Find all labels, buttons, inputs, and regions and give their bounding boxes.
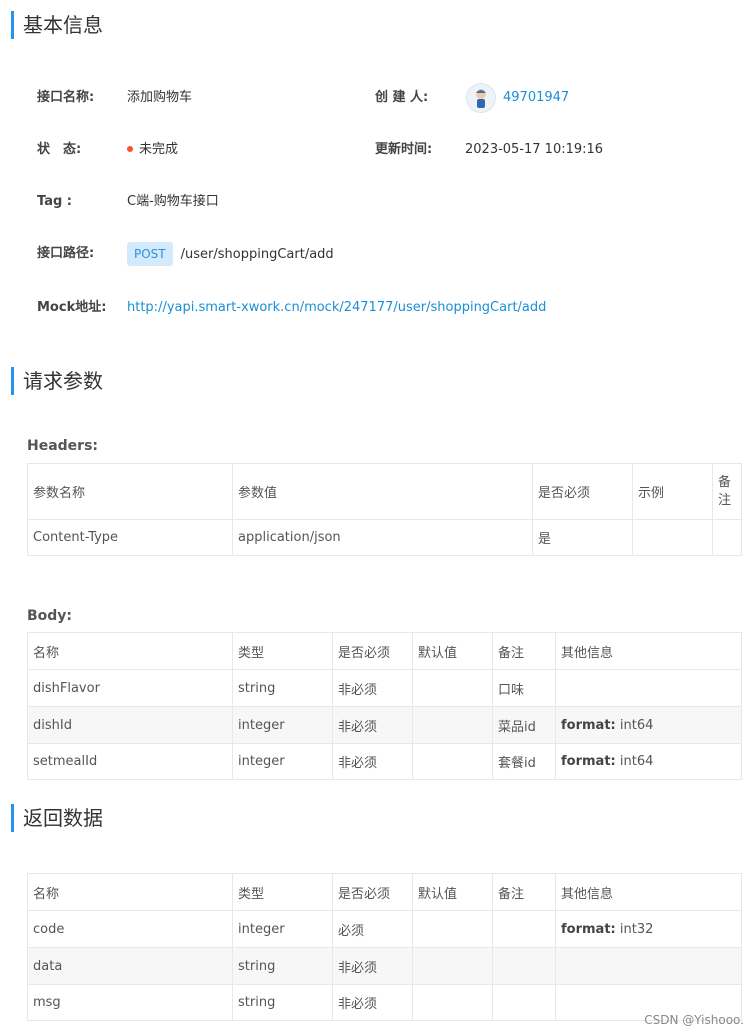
table-cell: format: int64 (555, 743, 742, 780)
table-cell (412, 706, 493, 744)
body-table: 名称 类型 是否必须 默认值 备注 其他信息 dishFlavor string… (27, 632, 742, 780)
column-header: 参数值 (232, 463, 533, 520)
column-header: 备注 (492, 873, 556, 911)
table-row: code integer 必须 format: int32 (27, 910, 742, 948)
path-value: POST/user/shoppingCart/add (127, 242, 334, 266)
status-value: 未完成 (127, 140, 178, 160)
table-cell (492, 984, 556, 1021)
column-header: 备注 (712, 463, 742, 520)
user-avatar-icon (476, 89, 486, 108)
table-cell: format: int32 (555, 910, 742, 948)
creator-label: 创 建 人: (375, 90, 429, 105)
table-cell: application/json (232, 519, 533, 556)
table-cell: 口味 (492, 669, 556, 707)
table-cell: msg (27, 984, 233, 1021)
table-cell: 非必须 (332, 947, 413, 985)
column-header: 是否必须 (532, 463, 633, 520)
column-header: 参数名称 (27, 463, 233, 520)
table-cell (632, 519, 713, 556)
table-cell: string (232, 947, 333, 985)
table-cell: string (232, 669, 333, 707)
body-title: Body: (27, 608, 73, 624)
column-header: 默认值 (412, 873, 493, 911)
tag-label: Tag : (37, 194, 72, 209)
path-label: 接口路径: (37, 246, 95, 261)
table-cell (412, 947, 493, 985)
column-header: 其他信息 (555, 873, 742, 911)
table-cell: 非必须 (332, 706, 413, 744)
table-cell: 非必须 (332, 669, 413, 707)
table-cell: 套餐id (492, 743, 556, 780)
headers-title: Headers: (27, 438, 99, 454)
column-header: 类型 (232, 873, 333, 911)
table-row: data string 非必须 (27, 947, 742, 985)
interface-name-value: 添加购物车 (127, 90, 193, 105)
table-cell: dishId (27, 706, 233, 744)
status-dot-icon (127, 145, 133, 152)
avatar[interactable] (467, 84, 495, 112)
table-cell: integer (232, 743, 333, 780)
table-cell: integer (232, 706, 333, 744)
table-cell: data (27, 947, 233, 985)
column-header: 示例 (632, 463, 713, 520)
column-header: 名称 (27, 632, 233, 670)
table-cell: 必须 (332, 910, 413, 948)
table-row: Content-Type application/json 是 (27, 519, 742, 556)
mock-url-link[interactable]: http://yapi.smart-xwork.cn/mock/247177/u… (127, 298, 546, 318)
table-cell (555, 669, 742, 707)
column-header: 其他信息 (555, 632, 742, 670)
interface-name-label: 接口名称: (37, 90, 95, 105)
table-cell (712, 519, 742, 556)
table-cell: Content-Type (27, 519, 233, 556)
table-cell (412, 669, 493, 707)
table-cell: integer (232, 910, 333, 948)
headers-table: 参数名称 参数值 是否必须 示例 备注 Content-Type applica… (27, 463, 742, 556)
table-cell: format: int64 (555, 706, 742, 744)
table-cell: 是 (532, 519, 633, 556)
watermark: CSDN @Yishooo. (644, 1013, 744, 1027)
table-header-row: 名称 类型 是否必须 默认值 备注 其他信息 (27, 873, 742, 911)
table-cell: code (27, 910, 233, 948)
table-row: dishId integer 非必须 菜品id format: int64 (27, 706, 742, 744)
table-cell (555, 947, 742, 985)
column-header: 默认值 (412, 632, 493, 670)
update-time-value: 2023-05-17 10:19:16 (465, 142, 604, 157)
table-row: msg string 非必须 (27, 984, 742, 1021)
tag-value: C端-购物车接口 (127, 194, 219, 209)
table-cell (412, 743, 493, 780)
table-header-row: 名称 类型 是否必须 默认值 备注 其他信息 (27, 632, 742, 670)
mock-label: Mock地址: (37, 300, 107, 315)
column-header: 类型 (232, 632, 333, 670)
method-badge: POST (127, 242, 173, 266)
column-header: 备注 (492, 632, 556, 670)
table-cell: 非必须 (332, 984, 413, 1021)
table-row: dishFlavor string 非必须 口味 (27, 669, 742, 707)
table-cell: 非必须 (332, 743, 413, 780)
response-table: 名称 类型 是否必须 默认值 备注 其他信息 code integer 必须 f… (27, 873, 742, 1021)
table-cell (492, 910, 556, 948)
section-title-response-data: 返回数据 (11, 804, 103, 832)
section-title-request-params: 请求参数 (11, 367, 103, 395)
table-cell (412, 910, 493, 948)
column-header: 是否必须 (332, 873, 413, 911)
column-header: 是否必须 (332, 632, 413, 670)
column-header: 名称 (27, 873, 233, 911)
table-cell: setmealId (27, 743, 233, 780)
update-time-label: 更新时间: (375, 142, 433, 157)
status-label: 状 态: (37, 142, 82, 157)
table-cell (412, 984, 493, 1021)
table-header-row: 参数名称 参数值 是否必须 示例 备注 (27, 463, 742, 520)
table-cell (492, 947, 556, 985)
creator-link[interactable]: 49701947 (503, 88, 569, 108)
table-row: setmealId integer 非必须 套餐id format: int64 (27, 743, 742, 780)
table-cell: 菜品id (492, 706, 556, 744)
table-cell: dishFlavor (27, 669, 233, 707)
table-cell: string (232, 984, 333, 1021)
section-title-basic-info: 基本信息 (11, 11, 103, 39)
